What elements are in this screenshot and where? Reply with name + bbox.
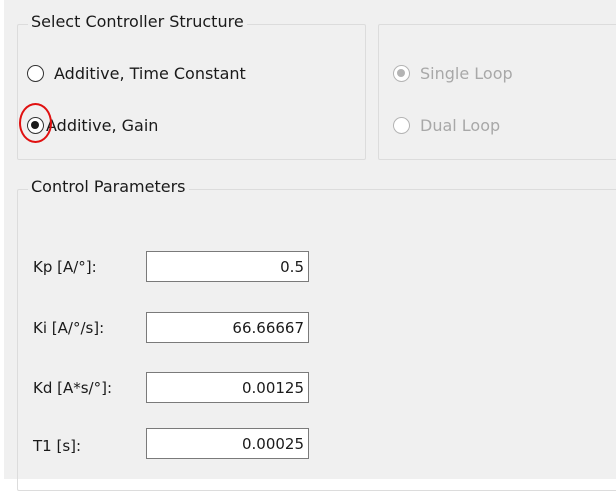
radio-additive-gain[interactable]: Additive, Gain [27,115,158,135]
radio-button-unchecked-icon[interactable] [27,64,44,82]
ki-input[interactable] [146,312,309,343]
controller-structure-group [17,24,366,160]
controller-structure-title: Select Controller Structure [28,12,247,31]
radio-button-checked-disabled-icon[interactable] [393,64,410,82]
kp-label: Kp [A/°]: [33,258,97,276]
radio-additive-time-constant[interactable]: Additive, Time Constant [27,63,246,83]
ki-label: Ki [A/°/s]: [33,319,105,337]
radio-dual-loop[interactable]: Dual Loop [393,115,500,135]
t1-input[interactable] [146,428,309,459]
radio-label: Additive, Time Constant [54,63,246,83]
control-parameters-group [17,189,616,491]
kp-input[interactable] [146,251,309,282]
radio-button-checked-icon[interactable] [27,116,44,134]
control-parameters-title: Control Parameters [28,177,189,196]
loop-type-group [378,24,616,160]
radio-button-unchecked-disabled-icon[interactable] [393,116,410,134]
kd-label: Kd [A*s/°]: [33,379,113,397]
t1-label: T1 [s]: [33,437,82,455]
radio-label: Additive, Gain [46,115,159,135]
radio-label: Dual Loop [420,115,501,135]
kd-input[interactable] [146,372,309,403]
radio-label: Single Loop [420,63,513,83]
radio-single-loop[interactable]: Single Loop [393,63,513,83]
